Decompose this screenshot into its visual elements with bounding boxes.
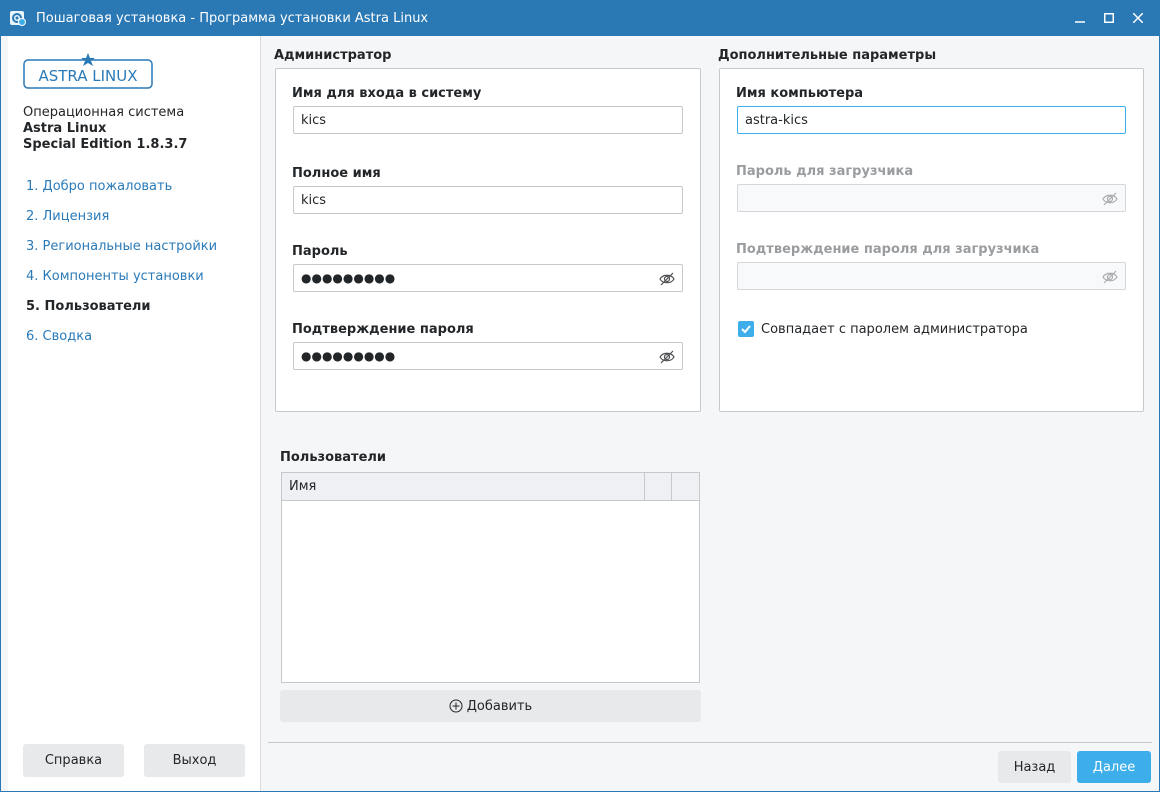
same-as-admin-row: Совпадает с паролем администратора [738, 321, 1028, 337]
fullname-value: kics [301, 192, 327, 208]
steps-list: 1. Добро пожаловать 2. Лицензия 3. Регио… [26, 179, 217, 359]
os-line-1: Операционная система [23, 105, 185, 120]
bootloader-password-label: Пароль для загрузчика [736, 164, 914, 179]
eye-hidden-icon[interactable] [658, 348, 676, 366]
os-line-2: Astra Linux [23, 121, 107, 136]
close-icon [1132, 13, 1143, 23]
exit-button[interactable]: Выход [144, 744, 245, 777]
login-input[interactable]: kics [293, 106, 683, 134]
users-table: Имя [281, 472, 700, 683]
hostname-input[interactable]: astra-kics [737, 106, 1126, 134]
logo-text: ASTRA LINUX [38, 67, 137, 85]
add-user-button[interactable]: Добавить [280, 690, 701, 722]
column-header-name[interactable]: Имя [282, 473, 645, 500]
title-bar: Пошаговая установка - Программа установк… [0, 0, 1160, 36]
bootloader-confirm-label: Подтверждение пароля для загрузчика [736, 242, 1040, 257]
extra-group-title: Дополнительные параметры [718, 48, 937, 63]
column-header-3[interactable] [672, 473, 699, 500]
checkmark-icon [741, 325, 751, 334]
bootloader-password-input[interactable] [737, 184, 1126, 212]
astra-linux-logo: ASTRA LINUX [23, 53, 153, 89]
maximize-button[interactable] [1094, 0, 1123, 36]
same-as-admin-label[interactable]: Совпадает с паролем администратора [761, 322, 1028, 337]
fullname-label: Полное имя [292, 166, 381, 181]
eye-hidden-icon[interactable] [658, 270, 676, 288]
step-users[interactable]: 5. Пользователи [26, 299, 217, 329]
next-button[interactable]: Далее [1077, 751, 1151, 783]
window-title: Пошаговая установка - Программа установк… [36, 10, 429, 26]
os-line-3: Special Edition 1.8.3.7 [23, 137, 188, 152]
os-info: Операционная система Astra Linux Special… [23, 105, 187, 153]
plus-circle-icon [449, 699, 463, 713]
hostname-label: Имя компьютера [736, 86, 864, 101]
installer-app-icon [10, 11, 26, 26]
back-button[interactable]: Назад [998, 751, 1071, 783]
confirm-password-label: Подтверждение пароля [292, 322, 474, 337]
step-summary[interactable]: 6. Сводка [26, 329, 217, 359]
step-welcome[interactable]: 1. Добро пожаловать [26, 179, 217, 209]
footer-separator [268, 742, 1152, 743]
login-value: kics [301, 112, 327, 128]
users-group-title: Пользователи [280, 450, 387, 465]
close-button[interactable] [1123, 0, 1152, 36]
step-regional[interactable]: 3. Региональные настройки [26, 239, 217, 269]
eye-hidden-icon[interactable] [1101, 268, 1119, 286]
eye-hidden-icon[interactable] [1101, 190, 1119, 208]
bootloader-confirm-input[interactable] [737, 262, 1126, 290]
fullname-input[interactable]: kics [293, 186, 683, 214]
users-table-header: Имя [282, 473, 699, 501]
minimize-button[interactable] [1065, 0, 1094, 36]
step-components[interactable]: 4. Компоненты установки [26, 269, 217, 299]
password-value: ●●●●●●●●● [301, 271, 396, 285]
password-label: Пароль [292, 244, 348, 259]
password-input[interactable]: ●●●●●●●●● [293, 264, 683, 292]
same-as-admin-checkbox[interactable] [738, 321, 754, 337]
confirm-password-value: ●●●●●●●●● [301, 349, 396, 363]
sidebar: ASTRA LINUX Операционная система Astra L… [8, 36, 261, 791]
help-button[interactable]: Справка [23, 744, 124, 777]
admin-group-title: Администратор [274, 48, 392, 63]
add-user-label: Добавить [466, 698, 533, 714]
column-header-2[interactable] [645, 473, 672, 500]
confirm-password-input[interactable]: ●●●●●●●●● [293, 342, 683, 370]
login-label: Имя для входа в систему [292, 86, 482, 101]
minimize-icon [1074, 21, 1085, 23]
window-frame: ASTRA LINUX Операционная система Astra L… [0, 36, 1160, 792]
hostname-value: astra-kics [745, 112, 808, 128]
step-license[interactable]: 2. Лицензия [26, 209, 217, 239]
maximize-icon [1103, 13, 1114, 23]
